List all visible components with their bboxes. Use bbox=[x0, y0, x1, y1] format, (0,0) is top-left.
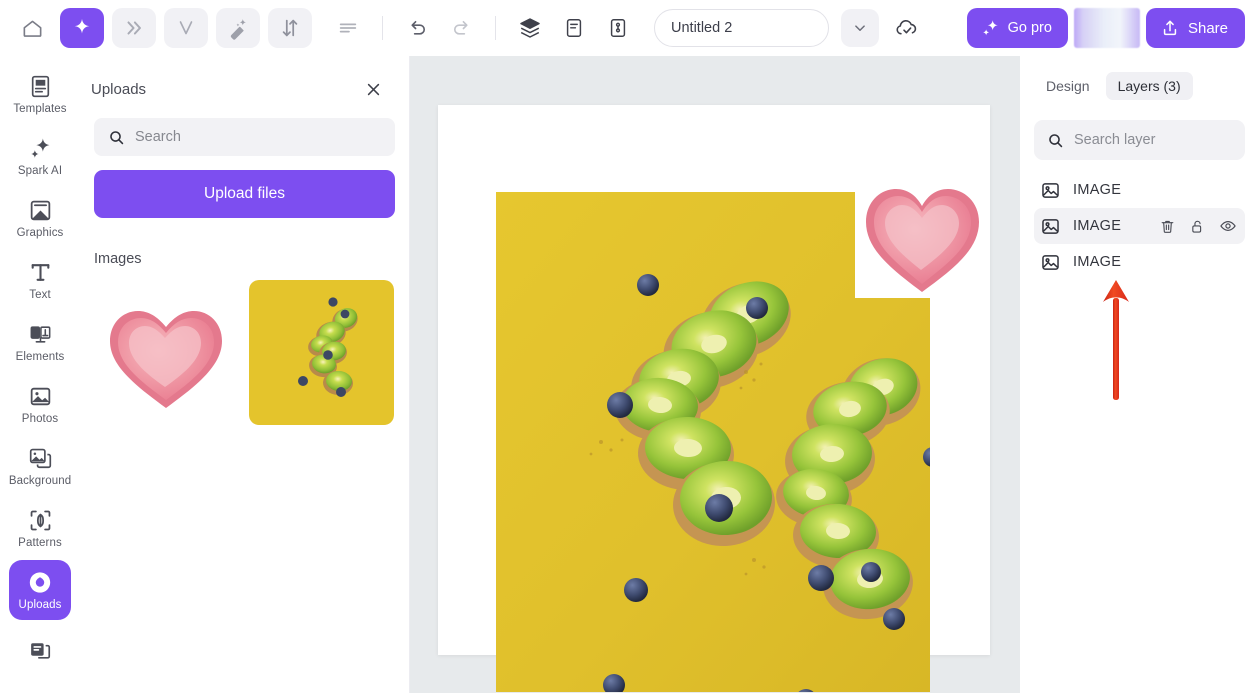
sidebar-item-uploads[interactable]: Uploads bbox=[9, 560, 71, 620]
layer-list: IMAGE IMAGE IMAGE bbox=[1020, 172, 1259, 280]
double-chevron-right-icon-button[interactable] bbox=[112, 8, 156, 48]
sidebar-item-photos[interactable]: Photos bbox=[9, 374, 71, 434]
uploads-thumbnail-grid bbox=[94, 280, 395, 425]
share-upload-icon bbox=[1160, 18, 1180, 38]
sidebar-item-text[interactable]: Text bbox=[9, 250, 71, 310]
sidebar-item-background[interactable]: Background bbox=[9, 436, 71, 496]
document-title-input[interactable] bbox=[654, 9, 829, 47]
search-icon bbox=[1047, 132, 1064, 149]
patterns-icon bbox=[27, 507, 53, 533]
pages-icon bbox=[27, 637, 53, 663]
background-icon bbox=[27, 445, 53, 471]
layers-panel: Design Layers (3) Search layer IMAGE IMA… bbox=[1020, 56, 1259, 693]
toolbar-divider-2 bbox=[495, 16, 496, 40]
top-toolbar: Go pro Share bbox=[0, 0, 1259, 56]
pink-heart-thumbnail[interactable] bbox=[94, 280, 239, 425]
go-pro-button[interactable]: Go pro bbox=[966, 8, 1068, 48]
obscured-toolbar-element bbox=[1073, 8, 1140, 48]
sidebar-item-templates[interactable]: Templates bbox=[9, 64, 71, 124]
undo-icon-button[interactable] bbox=[395, 8, 439, 48]
sparkle-ai-icon bbox=[27, 135, 53, 161]
app-body: Templates Spark AI Graphics Text Element… bbox=[0, 56, 1259, 693]
kiwi-yellow-thumbnail[interactable] bbox=[249, 280, 394, 425]
topbar-right-group: Go pro Share bbox=[966, 8, 1245, 48]
table-row[interactable]: IMAGE bbox=[1034, 208, 1245, 244]
search-input[interactable] bbox=[135, 129, 381, 145]
text-icon bbox=[27, 259, 53, 285]
canvas-image-heart[interactable] bbox=[855, 154, 990, 298]
sidebar-item-patterns[interactable]: Patterns bbox=[9, 498, 71, 558]
close-icon-button[interactable] bbox=[360, 76, 387, 103]
share-button[interactable]: Share bbox=[1145, 8, 1245, 48]
sidebar-item-label: Spark AI bbox=[17, 165, 63, 177]
magic-wand-fill-icon-button[interactable] bbox=[216, 8, 260, 48]
sparkle-icon-button[interactable] bbox=[60, 8, 104, 48]
document-icon-button[interactable] bbox=[552, 8, 596, 48]
cloud-saved-icon-button[interactable] bbox=[889, 10, 925, 46]
delete-layer-button[interactable] bbox=[1159, 218, 1176, 235]
app-root: Go pro Share bbox=[0, 0, 1259, 693]
sidebar-item-spark-ai[interactable]: Spark AI bbox=[9, 126, 71, 186]
search-icon bbox=[108, 129, 125, 146]
uploads-search-box[interactable] bbox=[94, 118, 395, 156]
sidebar-item-label: Uploads bbox=[18, 599, 62, 611]
home-icon-button[interactable] bbox=[10, 8, 54, 48]
sidebar-item-label: Photos bbox=[21, 413, 59, 425]
canvas-workspace[interactable] bbox=[410, 56, 1020, 693]
tab-layers[interactable]: Layers (3) bbox=[1105, 72, 1193, 100]
images-section-label: Images bbox=[94, 251, 142, 267]
layers-panel-tabs: Design Layers (3) bbox=[1020, 56, 1259, 100]
sidebar-item-label: Graphics bbox=[16, 227, 64, 239]
upload-files-button[interactable]: Upload files bbox=[94, 170, 395, 218]
sidebar-item-label: Patterns bbox=[18, 537, 62, 549]
sidebar-item-pages[interactable] bbox=[9, 622, 71, 682]
canvas-page[interactable] bbox=[438, 105, 990, 692]
go-pro-label: Go pro bbox=[1007, 20, 1052, 36]
layer-name: IMAGE bbox=[1073, 218, 1122, 234]
share-label: Share bbox=[1187, 19, 1228, 37]
table-row[interactable]: IMAGE bbox=[1034, 244, 1245, 280]
document-title-group bbox=[654, 9, 925, 47]
vector-v-icon-button[interactable] bbox=[164, 8, 208, 48]
image-icon bbox=[1040, 252, 1061, 273]
uploads-panel-body: Upload files Images bbox=[80, 118, 409, 425]
sidebar-item-label: Templates bbox=[13, 103, 67, 115]
chevron-down-icon-button[interactable] bbox=[841, 9, 879, 47]
table-row[interactable]: IMAGE bbox=[1034, 172, 1245, 208]
sparkles-icon bbox=[980, 18, 1001, 39]
uploads-panel: Uploads Upload files I bbox=[80, 56, 410, 693]
tab-design[interactable]: Design bbox=[1034, 72, 1102, 100]
search-layer-input[interactable] bbox=[1074, 132, 1259, 148]
layers-stack-icon-button[interactable] bbox=[508, 8, 552, 48]
elements-icon bbox=[27, 321, 53, 347]
uploads-panel-title: Uploads bbox=[91, 80, 147, 98]
flip-arrows-icon-button[interactable] bbox=[268, 8, 312, 48]
image-icon bbox=[1040, 180, 1061, 201]
uploads-icon bbox=[27, 569, 53, 595]
templates-icon bbox=[27, 73, 53, 99]
left-rail: Templates Spark AI Graphics Text Element… bbox=[0, 56, 80, 693]
layer-search-box[interactable] bbox=[1034, 120, 1259, 160]
graphics-icon bbox=[27, 197, 53, 223]
sidebar-item-graphics[interactable]: Graphics bbox=[9, 188, 71, 248]
visibility-layer-button[interactable] bbox=[1219, 217, 1237, 235]
layer-row-actions bbox=[1159, 217, 1237, 235]
image-icon bbox=[1040, 216, 1061, 237]
redo-icon-button[interactable] bbox=[439, 8, 483, 48]
align-text-icon-button[interactable] bbox=[326, 8, 370, 48]
layer-name: IMAGE bbox=[1073, 254, 1122, 270]
sidebar-item-elements[interactable]: Elements bbox=[9, 312, 71, 372]
sidebar-item-label: Text bbox=[29, 289, 51, 301]
photos-icon bbox=[27, 383, 53, 409]
uploads-panel-header: Uploads bbox=[80, 74, 409, 104]
keyboard-shortcut-icon-button[interactable] bbox=[596, 8, 640, 48]
sidebar-item-label: Background bbox=[8, 475, 72, 487]
lock-layer-button[interactable] bbox=[1189, 218, 1206, 235]
toolbar-divider-1 bbox=[382, 16, 383, 40]
layer-name: IMAGE bbox=[1073, 182, 1122, 198]
sidebar-item-label: Elements bbox=[15, 351, 65, 363]
